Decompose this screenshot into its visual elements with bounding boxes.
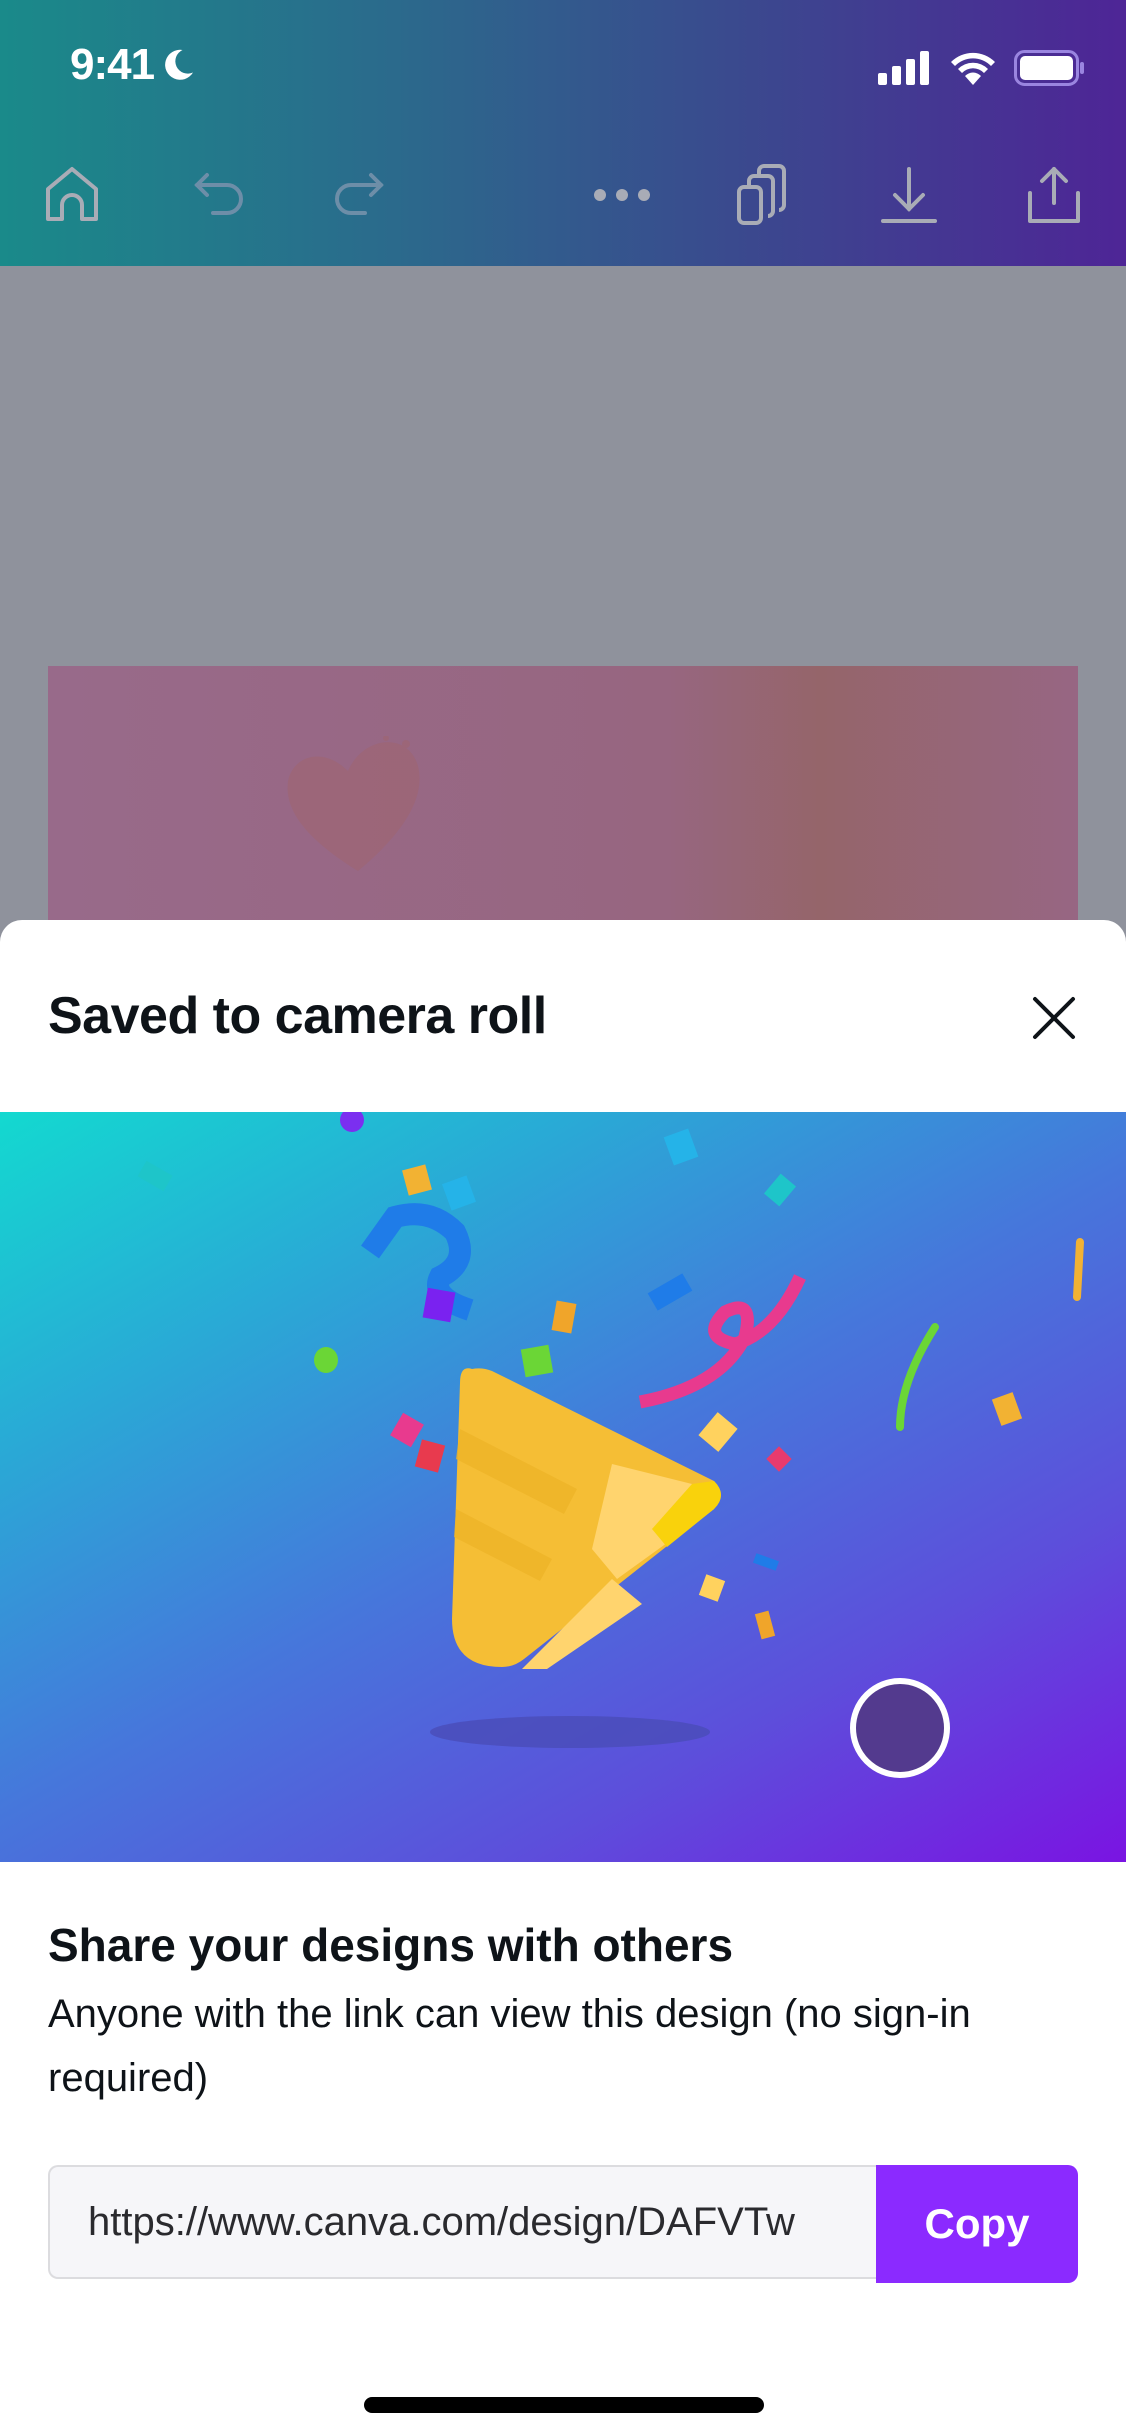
top-bar: 9:41 xyxy=(0,0,1126,266)
confetti-piece xyxy=(422,1287,456,1323)
confetti-piece xyxy=(137,1160,173,1192)
moon-icon xyxy=(165,49,194,80)
close-button[interactable] xyxy=(1026,990,1082,1046)
share-heading: Share your designs with others xyxy=(48,1919,734,1971)
download-button[interactable] xyxy=(874,160,944,230)
share-button[interactable] xyxy=(1019,160,1089,230)
confetti-piece xyxy=(340,1112,364,1132)
undo-icon xyxy=(194,173,243,215)
confetti-piece xyxy=(763,1173,797,1207)
confetti-piece xyxy=(663,1128,699,1166)
cellular-signal-icon xyxy=(878,51,929,85)
confetti-piece xyxy=(647,1273,693,1311)
confetti-piece xyxy=(314,1347,338,1373)
pages-button[interactable] xyxy=(730,160,800,230)
design-canvas-area xyxy=(0,266,1126,926)
popper-shadow xyxy=(430,1716,710,1748)
confetti-ribbon xyxy=(1073,1238,1084,1301)
party-popper xyxy=(452,1368,721,1669)
download-icon xyxy=(881,167,937,223)
heart-illustration xyxy=(287,736,420,871)
confetti-piece xyxy=(991,1392,1023,1426)
home-icon xyxy=(46,167,98,221)
battery-icon xyxy=(1014,50,1084,86)
confetti-piece xyxy=(520,1344,554,1378)
share-link-input[interactable] xyxy=(48,2165,876,2279)
confetti-piece xyxy=(441,1175,477,1211)
wifi-icon xyxy=(951,52,995,85)
share-description: Anyone with the link can view this desig… xyxy=(48,1992,971,2100)
confetti-piece xyxy=(753,1553,779,1571)
pages-icon xyxy=(737,164,786,225)
confetti-piece xyxy=(390,1412,424,1448)
more-dots-icon xyxy=(594,189,650,201)
home-button[interactable] xyxy=(37,160,107,230)
party-popper-illustration xyxy=(137,1112,1084,1778)
copy-link-button[interactable]: Copy xyxy=(876,2165,1078,2283)
status-time: 9:41 xyxy=(70,40,155,89)
more-button[interactable] xyxy=(587,160,657,230)
redo-button[interactable] xyxy=(324,160,394,230)
undo-button[interactable] xyxy=(184,160,254,230)
confetti-piece xyxy=(414,1439,446,1473)
confetti-ribbon xyxy=(896,1323,939,1431)
status-bar-indicators xyxy=(878,50,1086,86)
close-icon xyxy=(1033,997,1075,1039)
saved-bottom-sheet: Saved to camera roll Share your designs … xyxy=(0,920,1126,2436)
confetti-piece xyxy=(551,1300,577,1334)
confetti-piece xyxy=(698,1574,726,1602)
confetti-piece xyxy=(698,1412,738,1452)
share-link-row: Copy xyxy=(48,2165,1078,2283)
confetti-piece xyxy=(754,1610,776,1640)
confetti-ribbon xyxy=(361,1203,474,1321)
sheet-title: Saved to camera roll xyxy=(48,987,547,1045)
editor-toolbar xyxy=(0,140,1126,250)
status-bar-time-group: 9:41 xyxy=(70,40,196,90)
confetti-piece xyxy=(766,1446,792,1472)
redo-icon xyxy=(335,173,384,215)
decorative-circle xyxy=(850,1678,950,1778)
home-indicator xyxy=(364,2397,764,2413)
design-page-preview[interactable] xyxy=(48,666,1078,926)
celebration-illustration xyxy=(0,1112,1126,1862)
confetti-piece xyxy=(402,1164,432,1196)
share-icon xyxy=(1028,167,1080,223)
